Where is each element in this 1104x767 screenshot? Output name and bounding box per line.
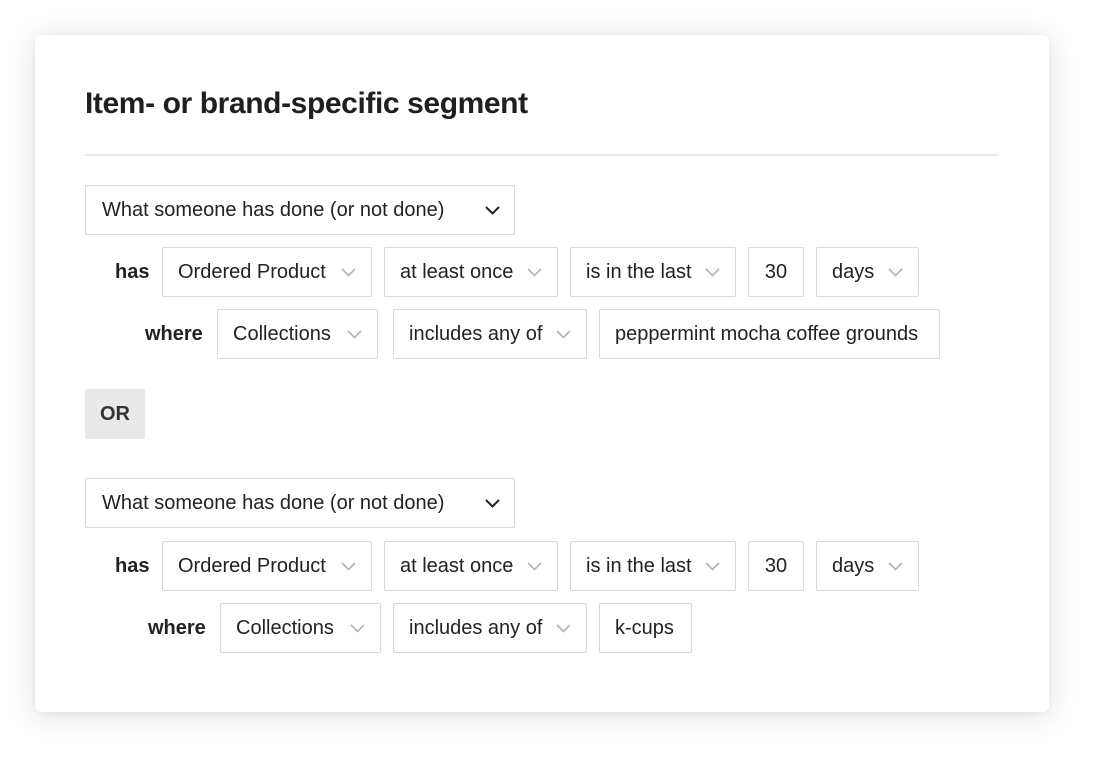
frequency-select-label: at least once xyxy=(400,260,514,283)
property-select-label: Collections xyxy=(233,322,331,345)
has-label: has xyxy=(115,555,150,577)
time-value-input-1[interactable]: 30 xyxy=(748,247,804,297)
property-operator-label: includes any of xyxy=(409,616,543,639)
chevron-down-icon xyxy=(347,329,362,339)
chevron-down-icon xyxy=(888,267,903,277)
chevron-down-icon xyxy=(705,267,720,277)
event-select-label: Ordered Product xyxy=(178,554,326,577)
time-operator-select-2[interactable]: is in the last xyxy=(570,541,736,591)
property-operator-select-1[interactable]: includes any of xyxy=(393,309,587,359)
chevron-down-icon xyxy=(705,561,720,571)
where-label: where xyxy=(148,617,206,639)
event-select-label: Ordered Product xyxy=(178,260,326,283)
chevron-down-icon xyxy=(350,623,365,633)
frequency-select-2[interactable]: at least once xyxy=(384,541,558,591)
chevron-down-icon xyxy=(888,561,903,571)
condition-type-select-2[interactable]: What someone has done (or not done) xyxy=(85,478,515,528)
segment-card: Item- or brand-specific segment What som… xyxy=(35,35,1049,712)
time-operator-select-1[interactable]: is in the last xyxy=(570,247,736,297)
page-title: Item- or brand-specific segment xyxy=(85,87,528,120)
event-select-2[interactable]: Ordered Product xyxy=(162,541,372,591)
has-label: has xyxy=(115,261,150,283)
where-label: where xyxy=(145,323,203,345)
property-value-input-2[interactable]: k-cups xyxy=(599,603,692,653)
chevron-down-icon xyxy=(341,267,356,277)
property-operator-label: includes any of xyxy=(409,322,543,345)
condition-type-label: What someone has done (or not done) xyxy=(102,491,445,514)
property-value-input-1[interactable]: peppermint mocha coffee grounds xyxy=(599,309,940,359)
time-unit-label: days xyxy=(832,260,875,283)
frequency-select-1[interactable]: at least once xyxy=(384,247,558,297)
time-unit-select-1[interactable]: days xyxy=(816,247,919,297)
time-operator-label: is in the last xyxy=(586,260,692,283)
time-value-text: 30 xyxy=(764,554,788,577)
time-unit-label: days xyxy=(832,554,875,577)
property-select-2[interactable]: Collections xyxy=(220,603,381,653)
chevron-down-icon xyxy=(341,561,356,571)
condition-type-label: What someone has done (or not done) xyxy=(102,198,445,221)
time-value-text: 30 xyxy=(764,260,788,283)
event-select-1[interactable]: Ordered Product xyxy=(162,247,372,297)
chevron-down-icon xyxy=(485,205,500,215)
frequency-select-label: at least once xyxy=(400,554,514,577)
property-value-text: peppermint mocha coffee grounds xyxy=(615,322,919,345)
chevron-down-icon xyxy=(527,561,542,571)
condition-type-select-1[interactable]: What someone has done (or not done) xyxy=(85,185,515,235)
property-value-text: k-cups xyxy=(615,616,674,639)
time-value-input-2[interactable]: 30 xyxy=(748,541,804,591)
property-select-label: Collections xyxy=(236,616,334,639)
title-divider xyxy=(85,154,999,156)
or-button[interactable]: OR xyxy=(85,389,145,439)
property-select-1[interactable]: Collections xyxy=(217,309,378,359)
chevron-down-icon xyxy=(527,267,542,277)
property-operator-select-2[interactable]: includes any of xyxy=(393,603,587,653)
chevron-down-icon xyxy=(556,329,571,339)
time-operator-label: is in the last xyxy=(586,554,692,577)
time-unit-select-2[interactable]: days xyxy=(816,541,919,591)
chevron-down-icon xyxy=(485,498,500,508)
chevron-down-icon xyxy=(556,623,571,633)
